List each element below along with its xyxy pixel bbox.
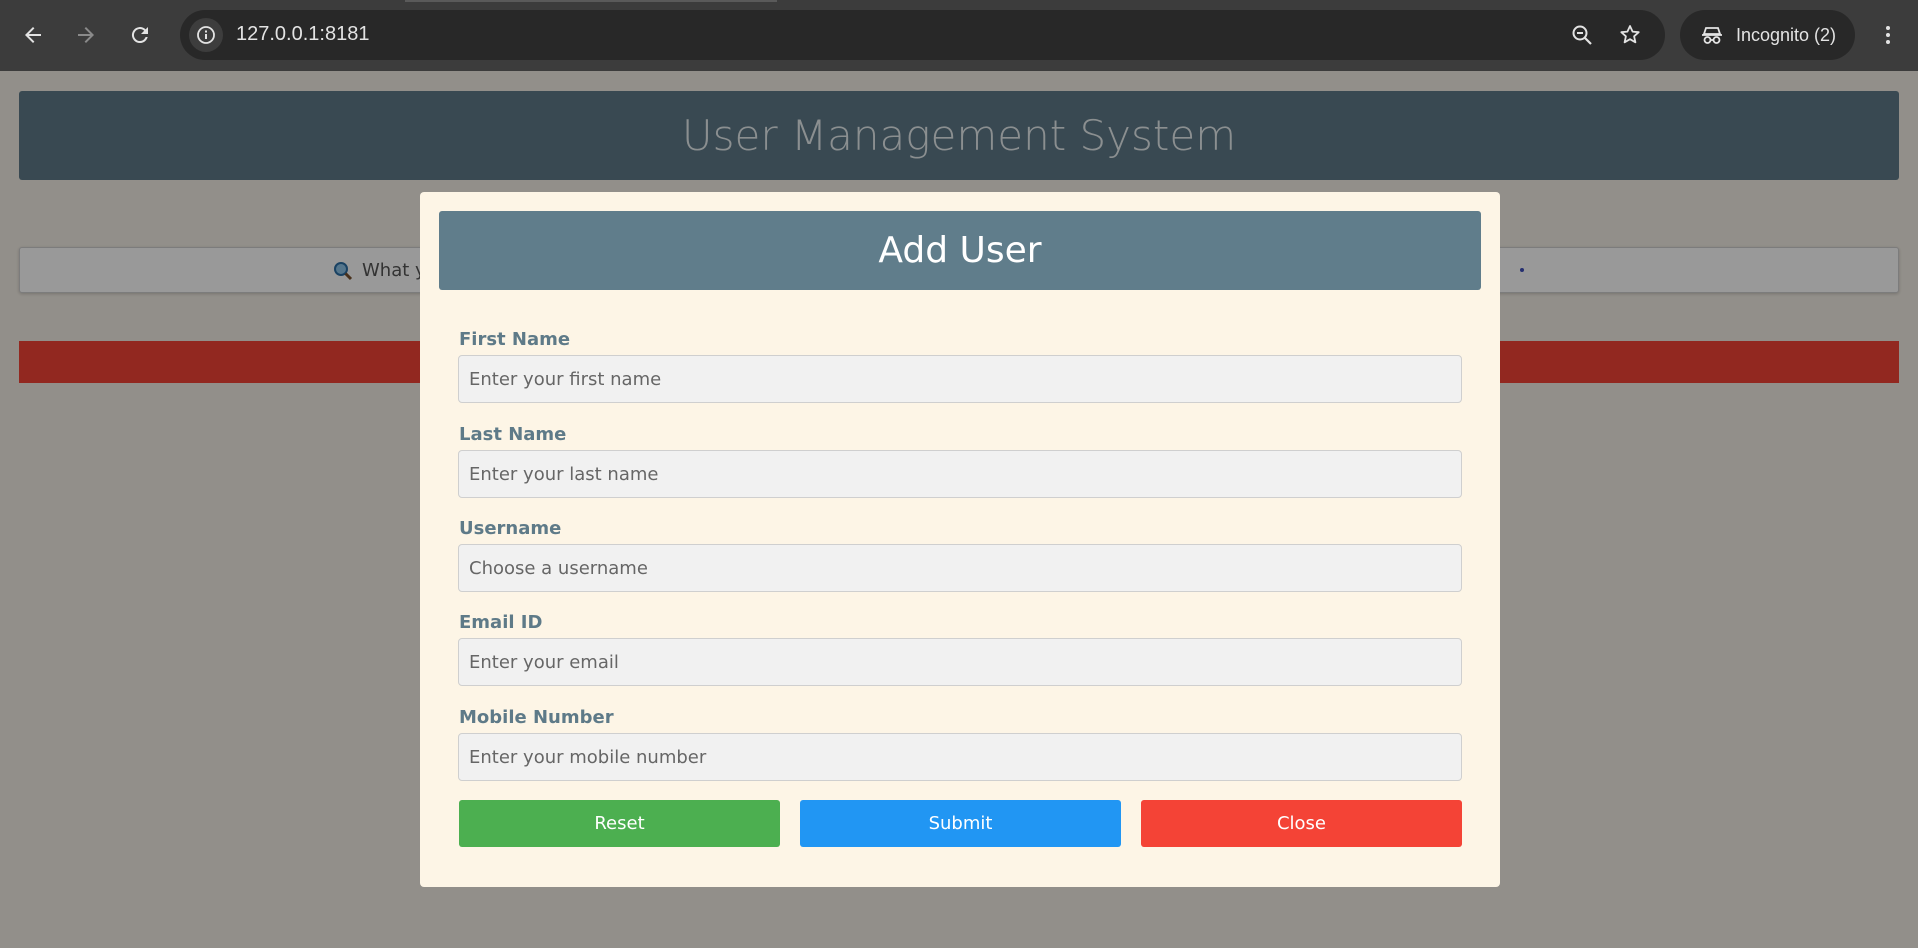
last-name-label: Last Name [459,424,567,445]
address-bar[interactable]: 127.0.0.1:8181 [180,10,1665,60]
email-input[interactable] [458,638,1462,686]
bookmark-button[interactable] [1616,21,1644,49]
username-input[interactable] [458,544,1462,592]
back-icon [25,27,41,43]
forward-icon [78,27,94,43]
reset-button[interactable]: Reset [459,800,780,847]
mobile-number-input[interactable] [458,733,1462,781]
submit-button[interactable]: Submit [800,800,1121,847]
username-label: Username [459,518,562,539]
back-button[interactable] [15,17,51,53]
reload-icon [131,27,148,44]
tab-strip-indicator [405,0,777,2]
incognito-indicator[interactable]: Incognito (2) [1680,10,1855,60]
bookmark-star-icon [1620,25,1640,44]
browser-toolbar: 127.0.0.1:8181 Incognito (2) [0,0,1918,71]
modal-header: Add User [439,211,1481,290]
first-name-label: First Name [459,329,571,350]
last-name-input[interactable] [458,450,1462,498]
close-button[interactable]: Close [1141,800,1462,847]
site-info-button[interactable] [189,18,223,52]
zoom-button[interactable] [1568,21,1596,49]
add-user-modal: Add User First Name Last Name Username E… [420,192,1500,887]
email-label: Email ID [459,612,543,633]
zoom-out-icon [1572,25,1592,45]
forward-button[interactable] [68,17,104,53]
browser-menu-button[interactable] [1870,17,1906,53]
mobile-number-label: Mobile Number [459,707,614,728]
reload-button[interactable] [122,17,158,53]
url-text[interactable]: 127.0.0.1:8181 [236,23,369,46]
more-menu-icon [1886,26,1890,44]
incognito-label: Incognito (2) [1736,24,1837,45]
first-name-input[interactable] [458,355,1462,403]
site-info-icon [197,26,215,44]
modal-title: Add User [878,230,1042,271]
incognito-icon [1702,27,1722,44]
